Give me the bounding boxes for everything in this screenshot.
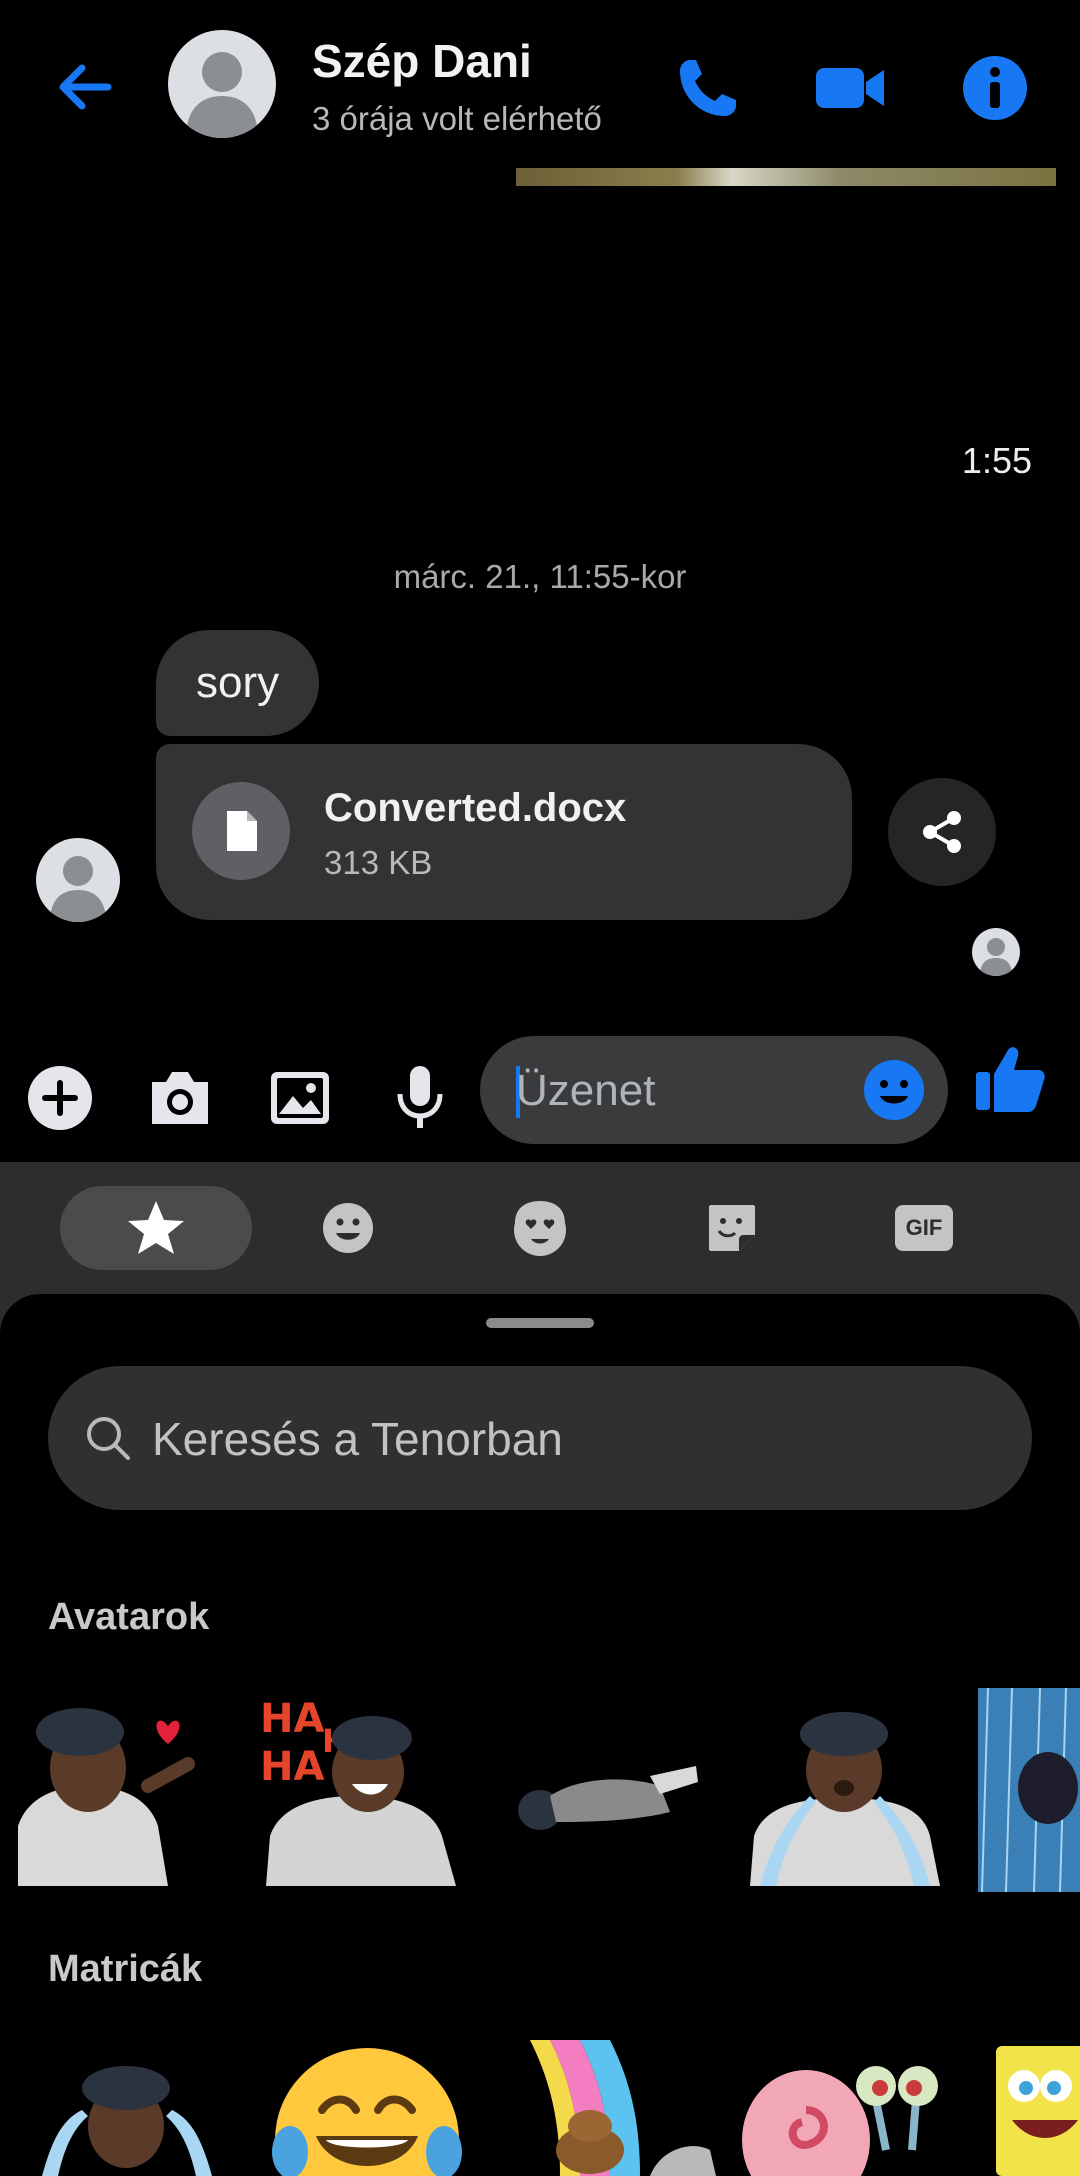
avatar-sticker-rain[interactable] bbox=[978, 1682, 1080, 1892]
contact-avatar[interactable] bbox=[168, 30, 276, 138]
avatar-sticker-kiss[interactable] bbox=[18, 1676, 228, 1886]
star-icon bbox=[128, 1201, 184, 1254]
message-time: 1:55 bbox=[961, 440, 1032, 481]
voice-button[interactable] bbox=[380, 1058, 460, 1138]
gif-icon: GIF bbox=[895, 1205, 953, 1251]
shared-photo-edge[interactable] bbox=[516, 168, 1056, 186]
chat-header: Szép Dani 3 órája volt elérhető bbox=[0, 0, 1080, 170]
contact-name[interactable]: Szép Dani bbox=[312, 34, 532, 88]
seen-indicator-avatar bbox=[972, 928, 1020, 976]
date-divider: márc. 21., 11:55-kor bbox=[393, 558, 687, 595]
section-title-avatars: Avatarok bbox=[48, 1596, 210, 1638]
avatar-heart-eyes-icon bbox=[514, 1201, 566, 1256]
ha-text: HA bbox=[260, 1696, 324, 1742]
video-call-icon[interactable] bbox=[810, 48, 890, 128]
sender-avatar[interactable] bbox=[36, 838, 120, 922]
drag-handle[interactable] bbox=[486, 1318, 594, 1328]
sticker-joy-emoji[interactable] bbox=[262, 2040, 472, 2176]
document-icon bbox=[192, 782, 290, 880]
sticker-gary-snail[interactable] bbox=[736, 2040, 946, 2176]
tab-emoji[interactable] bbox=[270, 1186, 426, 1270]
message-composer: Üzenet bbox=[0, 1034, 1080, 1164]
message-input[interactable]: Üzenet bbox=[480, 1036, 948, 1144]
default-avatar-icon bbox=[980, 938, 1012, 976]
message-bubble[interactable]: sory bbox=[156, 630, 320, 736]
info-icon[interactable] bbox=[955, 48, 1035, 128]
plus-button[interactable] bbox=[20, 1058, 100, 1138]
gif-label: GIF bbox=[905, 1215, 943, 1240]
tab-stickers[interactable] bbox=[654, 1186, 810, 1270]
tab-avatar-stickers[interactable] bbox=[462, 1186, 618, 1270]
message-input-placeholder: Üzenet bbox=[516, 1066, 656, 1115]
emoji-icon[interactable] bbox=[862, 1058, 926, 1122]
avatar-sticker-lying[interactable] bbox=[500, 1676, 710, 1886]
tab-gif[interactable]: GIF bbox=[846, 1186, 1002, 1270]
picker-tab-bar: GIF bbox=[0, 1162, 1080, 1294]
sticker-rainbow-poop[interactable] bbox=[520, 2040, 730, 2176]
contact-status: 3 órája volt elérhető bbox=[312, 100, 602, 137]
camera-icon bbox=[152, 1072, 208, 1124]
default-avatar-icon bbox=[50, 856, 106, 922]
share-button[interactable] bbox=[888, 778, 996, 886]
search-placeholder: Keresés a Tenorban bbox=[152, 1413, 563, 1465]
thumbs-up-icon[interactable] bbox=[972, 1040, 1048, 1116]
section-title-stickers: Matricák bbox=[48, 1948, 203, 1990]
plus-circle-icon bbox=[28, 1066, 92, 1130]
smiley-icon bbox=[323, 1203, 373, 1253]
svg-text:HA: HA bbox=[260, 1744, 324, 1790]
tenor-search-input[interactable]: Keresés a Tenorban bbox=[48, 1366, 1032, 1510]
gallery-button[interactable] bbox=[260, 1058, 340, 1138]
image-icon bbox=[271, 1072, 329, 1124]
tab-favorites[interactable] bbox=[60, 1186, 252, 1270]
avatar-sticker-laughing[interactable]: HA HA HA bbox=[256, 1676, 466, 1886]
sticker-crying-avatar[interactable] bbox=[22, 2040, 232, 2176]
sticker-spongebob[interactable] bbox=[990, 2040, 1080, 2176]
avatar-sticker-crying[interactable] bbox=[740, 1676, 950, 1886]
microphone-icon bbox=[397, 1066, 443, 1128]
file-name: Converted.docx bbox=[324, 786, 627, 830]
share-icon bbox=[923, 811, 961, 853]
sticker-icon bbox=[709, 1205, 755, 1251]
file-size: 313 KB bbox=[324, 844, 433, 881]
file-attachment-bubble[interactable]: Converted.docx 313 KB bbox=[156, 744, 852, 920]
default-avatar-icon bbox=[186, 52, 258, 138]
back-arrow-icon[interactable] bbox=[50, 52, 120, 122]
search-icon bbox=[87, 1417, 130, 1460]
phone-call-icon[interactable] bbox=[668, 48, 748, 128]
camera-button[interactable] bbox=[140, 1058, 220, 1138]
